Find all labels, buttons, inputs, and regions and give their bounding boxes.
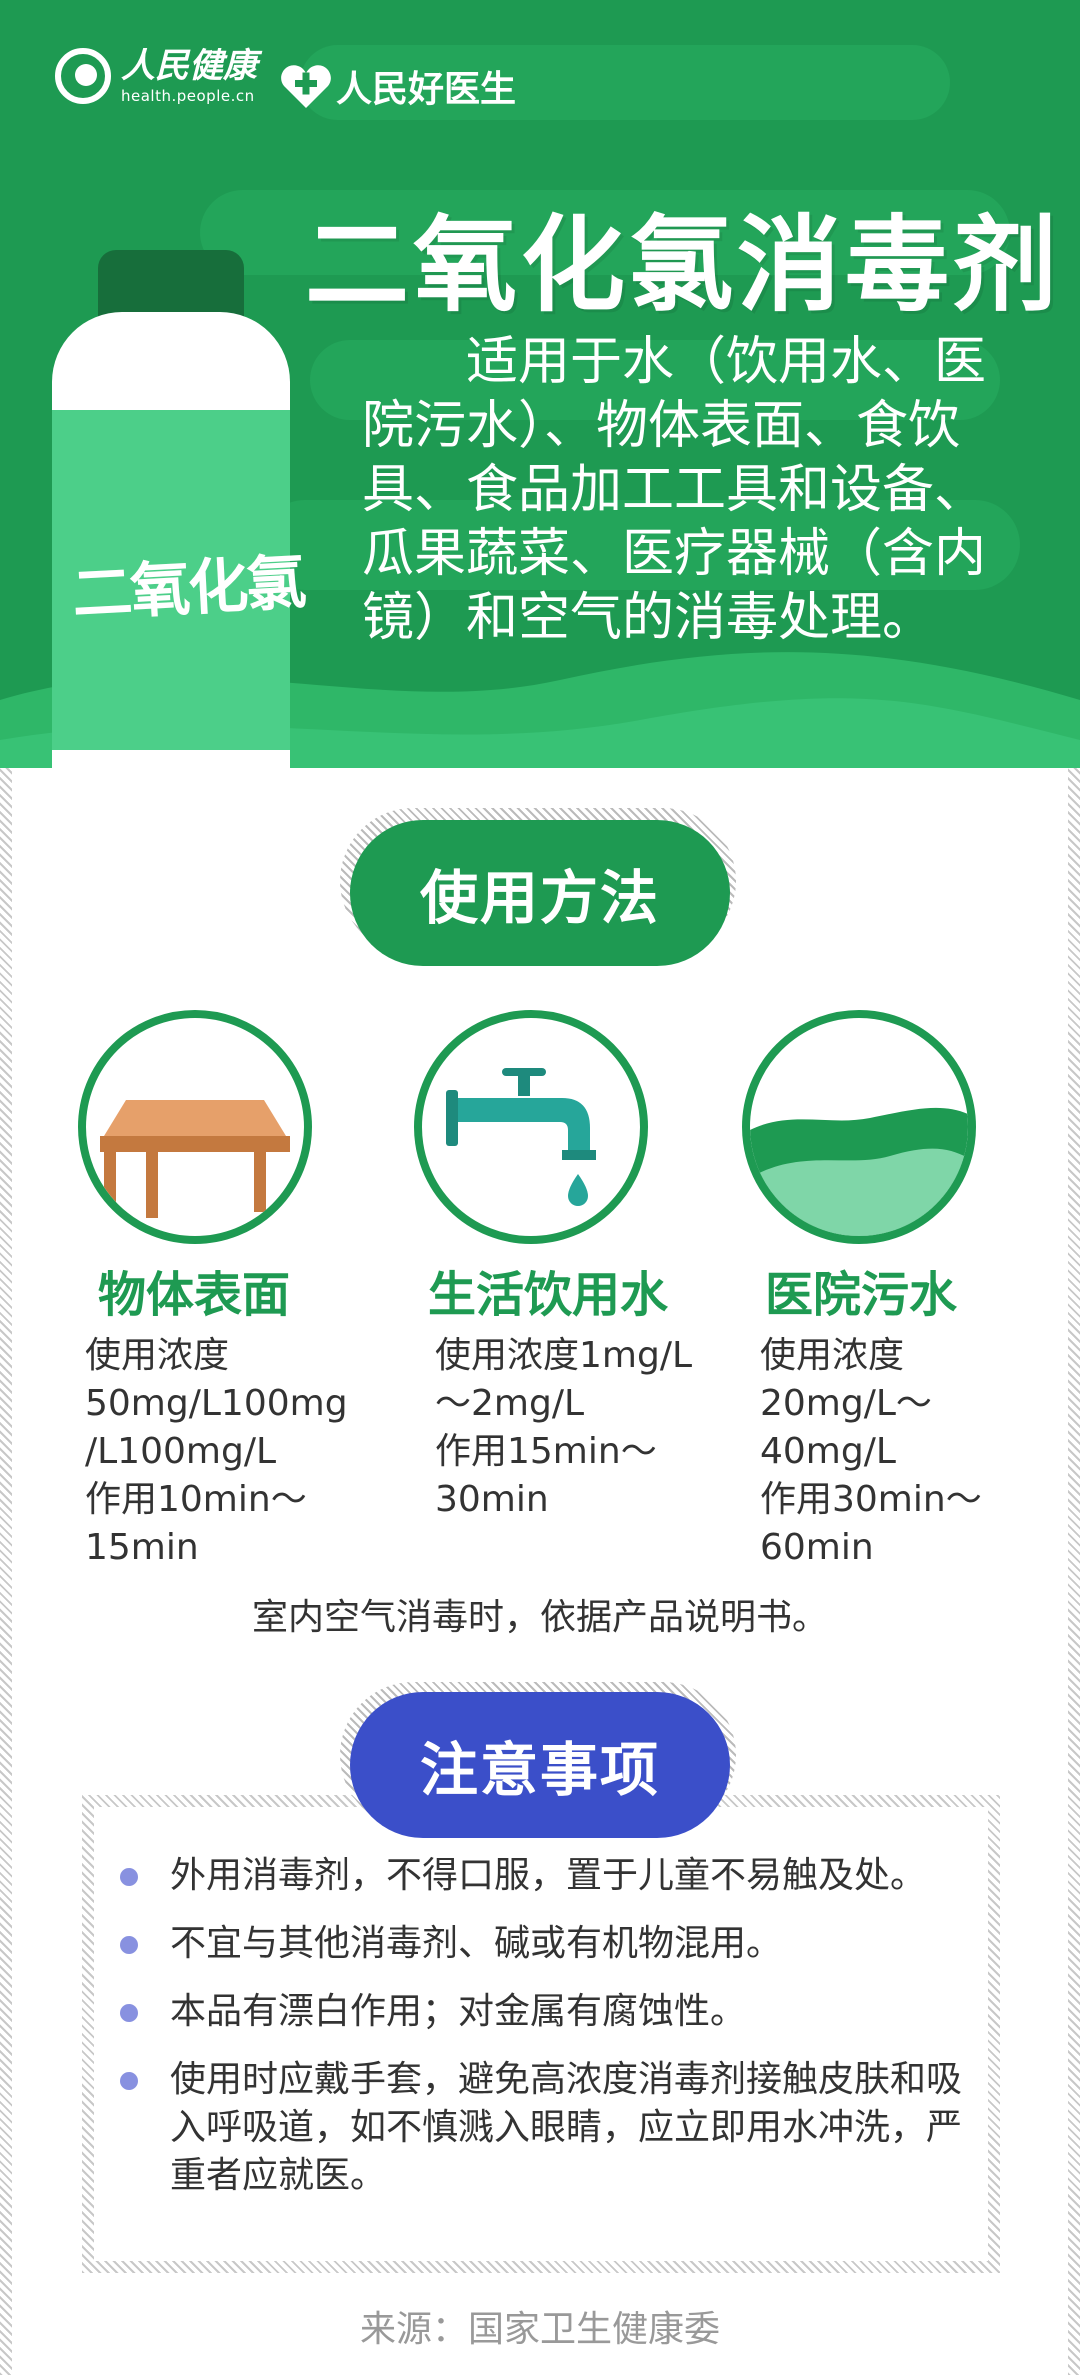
method-desc-line: 60min [760,1527,874,1568]
method-desc-line: ～2mg/L [435,1383,585,1424]
people-health-logo: 人民健康 health.people.cn [55,48,257,104]
source-credit: 来源：国家卫生健康委 [359,2309,720,2350]
method-name-hospital-sewage: 医院污水 [765,1267,958,1323]
caution-text: 不宜与其他消毒剂、碱或有机物混用。 [170,1923,783,1964]
method-desc-line: 15min [85,1527,199,1568]
method-name-surface: 物体表面 [98,1267,291,1323]
method-desc-line: 50mg/L100mg [85,1383,348,1424]
list-item: 本品有漂白作用；对金属有腐蚀性。 [120,1988,980,2036]
air-disinfection-note: 室内空气消毒时，依据产品说明书。 [251,1597,828,1638]
method-desc-line: 使用浓度 [85,1335,230,1376]
bullet-dot-icon [120,1936,138,1954]
decor-hatch-right [1068,768,1080,2375]
caution-list: 外用消毒剂，不得口服，置于儿童不易触及处。 不宜与其他消毒剂、碱或有机物混用。 … [120,1852,980,2220]
infographic-page: 人民健康 health.people.cn 人民好医生 二氧化氯消毒剂 适用于水… [0,0,1080,2375]
faucet-icon [414,1010,648,1244]
heart-plus-icon [281,65,331,108]
people-health-mark-icon [55,48,111,104]
list-item: 外用消毒剂，不得口服，置于儿童不易触及处。 [120,1852,980,1900]
bullet-dot-icon [120,1868,138,1886]
logo-text: 人民健康 [121,45,257,86]
table-icon [78,1010,312,1244]
caution-heading: 注意事项 [350,1692,730,1838]
good-doctor-logo: 人民好医生 [280,60,516,112]
water-wave-icon [742,1010,976,1244]
method-desc-line: 作用15min～ [435,1431,657,1472]
logo-url: health.people.cn [121,86,255,105]
bottle-label-text: 二氧化氯 [70,547,306,631]
header-banner: 人民健康 health.people.cn 人民好医生 二氧化氯消毒剂 适用于水… [0,0,1080,768]
method-desc-line: 作用30min～ [760,1479,982,1520]
method-desc-line: 20mg/L～ [760,1383,932,1424]
decor-hatch-left [0,768,12,2375]
list-item: 使用时应戴手套，避免高浓度消毒剂接触皮肤和吸入呼吸道，如不慎溅入眼睛，应立即用水… [120,2056,980,2200]
method-desc-line: 使用浓度1mg/L [435,1335,693,1376]
list-item: 不宜与其他消毒剂、碱或有机物混用。 [120,1920,980,1968]
method-desc-line: 作用10min～ [85,1479,307,1520]
bullet-dot-icon [120,2004,138,2022]
method-desc-line: 30min [435,1479,549,1520]
bullet-dot-icon [120,2072,138,2090]
method-name-drinking-water: 生活饮用水 [428,1267,669,1323]
method-desc-surface: 使用浓度 50mg/L100mg /L100mg/L 作用10min～ 15mi… [85,1332,385,1572]
method-desc-line: 使用浓度 [760,1335,905,1376]
usage-heading: 使用方法 [350,820,730,966]
intro-paragraph: 适用于水（饮用水、医院污水）、物体表面、食饮具、食品加工工具和设备、瓜果蔬菜、医… [362,332,987,648]
method-desc-line: 40mg/L [760,1431,896,1472]
caution-text: 外用消毒剂，不得口服，置于儿童不易触及处。 [170,1855,927,1896]
caution-text: 使用时应戴手套，避免高浓度消毒剂接触皮肤和吸入呼吸道，如不慎溅入眼睛，应立即用水… [170,2059,963,2196]
logo-text: 人民好医生 [336,69,517,110]
page-title: 二氧化氯消毒剂 [305,204,1062,326]
caution-text: 本品有漂白作用；对金属有腐蚀性。 [170,1991,747,2032]
method-desc-drinking-water: 使用浓度1mg/L ～2mg/L 作用15min～ 30min [435,1332,735,1524]
method-desc-hospital-sewage: 使用浓度 20mg/L～ 40mg/L 作用30min～ 60min [760,1332,1020,1572]
method-desc-line: /L100mg/L [85,1431,277,1472]
bottle-illustration: 二氧化氯 [52,250,306,768]
